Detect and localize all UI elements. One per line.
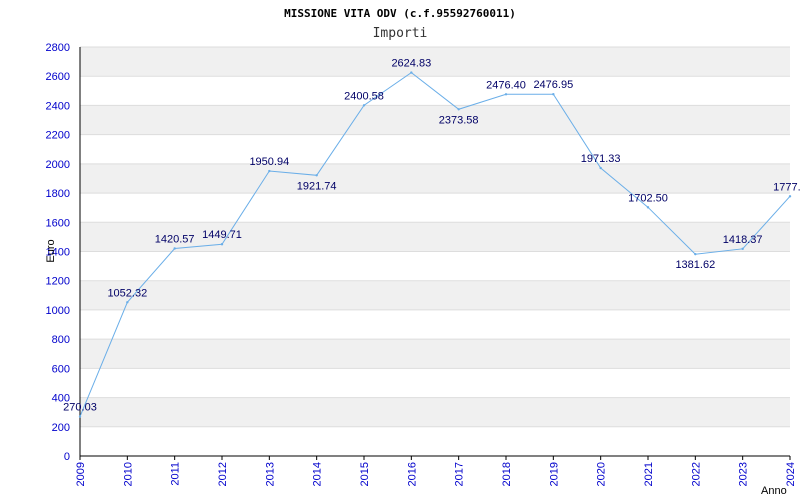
grid-band bbox=[80, 339, 790, 369]
y-tick-label: 1200 bbox=[46, 276, 70, 288]
data-point bbox=[126, 301, 129, 304]
data-point bbox=[457, 108, 460, 111]
y-tick-label: 600 bbox=[52, 363, 70, 375]
x-tick-label: 2011 bbox=[170, 462, 182, 486]
y-tick-label: 800 bbox=[52, 334, 70, 346]
x-tick-label: 2021 bbox=[643, 462, 655, 486]
x-tick-label: 2023 bbox=[738, 462, 750, 486]
x-tick-label: 2010 bbox=[122, 462, 134, 486]
data-point bbox=[362, 104, 366, 107]
x-tick-label: 2022 bbox=[690, 462, 702, 486]
y-tick-label: 1600 bbox=[46, 217, 70, 229]
data-label: 1921.74 bbox=[297, 180, 337, 192]
x-tick-label: 2016 bbox=[406, 462, 418, 486]
data-point bbox=[646, 206, 650, 209]
x-tick-label: 2024 bbox=[785, 462, 797, 486]
x-tick-label: 2015 bbox=[359, 462, 371, 486]
data-label: 2400.58 bbox=[344, 90, 384, 102]
data-label: 1702.50 bbox=[628, 192, 668, 204]
chart-subtitle: Importi bbox=[373, 26, 428, 41]
y-tick-label: 2800 bbox=[46, 42, 70, 54]
data-point bbox=[504, 93, 508, 96]
data-label: 1420.57 bbox=[155, 233, 195, 245]
data-label: 1950.94 bbox=[249, 156, 289, 168]
chart-title: MISSIONE VITA ODV (c.f.95592760011) bbox=[284, 7, 516, 20]
data-label: 2373.58 bbox=[439, 114, 479, 126]
grid-band bbox=[80, 163, 790, 194]
data-point bbox=[788, 195, 792, 198]
y-axis-label: Euro bbox=[45, 239, 57, 262]
data-point bbox=[741, 247, 744, 251]
data-label: 2476.95 bbox=[533, 79, 573, 91]
data-point bbox=[220, 243, 224, 246]
data-label: 1777.9 bbox=[773, 181, 800, 193]
data-label: 1971.33 bbox=[581, 153, 621, 165]
y-tick-label: 0 bbox=[64, 451, 70, 463]
data-point bbox=[173, 247, 176, 250]
y-tick-label: 2400 bbox=[46, 100, 70, 112]
grid-band bbox=[80, 397, 790, 427]
data-point bbox=[694, 252, 697, 256]
y-tick-label: 2600 bbox=[46, 71, 70, 83]
x-tick-label: 2014 bbox=[312, 462, 324, 486]
data-label: 2476.40 bbox=[486, 79, 526, 91]
data-label: 1052.32 bbox=[107, 287, 147, 299]
data-label: 1381.62 bbox=[675, 259, 715, 271]
x-tick-label: 2009 bbox=[75, 462, 87, 486]
data-point bbox=[315, 174, 318, 177]
x-tick-label: 2017 bbox=[454, 462, 466, 486]
data-point bbox=[78, 415, 82, 418]
y-tick-label: 2200 bbox=[46, 130, 70, 142]
x-axis-label: Anno bbox=[761, 485, 787, 497]
y-tick-label: 1000 bbox=[46, 305, 70, 317]
y-tick-label: 2000 bbox=[46, 159, 70, 171]
data-label: 1418.37 bbox=[723, 234, 763, 246]
x-tick-label: 2018 bbox=[501, 462, 513, 486]
y-tick-label: 1800 bbox=[46, 188, 70, 200]
plot-background bbox=[80, 46, 790, 457]
grid-band bbox=[80, 280, 790, 310]
x-tick-label: 2012 bbox=[217, 462, 229, 486]
grid-band bbox=[80, 105, 790, 135]
x-tick-label: 2020 bbox=[596, 462, 608, 486]
data-point bbox=[599, 166, 602, 170]
line-chart: MISSIONE VITA ODV (c.f.95592760011) Impo… bbox=[45, 7, 800, 497]
data-point bbox=[552, 92, 555, 96]
y-tick-label: 200 bbox=[52, 422, 70, 434]
x-axis-ticks: 2009 2010 2011 2012 2013 2014 2015 2016 2017 2018… bbox=[75, 456, 797, 486]
grid-band bbox=[80, 47, 790, 77]
data-label: 270.03 bbox=[63, 402, 97, 414]
data-point bbox=[410, 71, 413, 74]
data-label: 2624.83 bbox=[391, 58, 431, 70]
data-label: 1449.71 bbox=[202, 229, 242, 241]
data-point bbox=[268, 169, 271, 173]
x-tick-label: 2013 bbox=[264, 462, 276, 486]
x-tick-label: 2019 bbox=[548, 462, 560, 486]
